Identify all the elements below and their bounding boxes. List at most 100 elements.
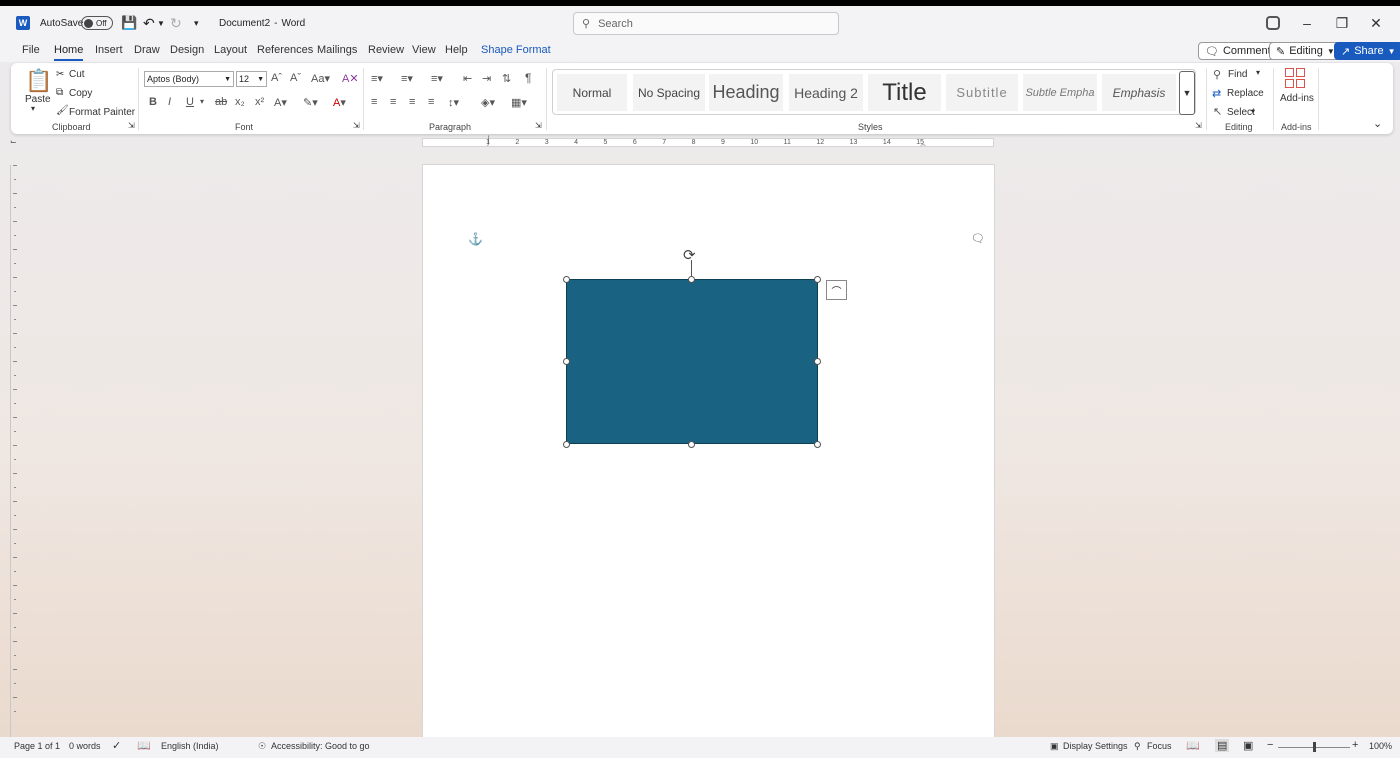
restore-icon[interactable]: ❐ [1325, 6, 1359, 40]
resize-handle-right[interactable] [814, 358, 821, 365]
resize-handle-top[interactable] [688, 276, 695, 283]
show-formatting-marks-icon[interactable]: ¶ [525, 71, 531, 85]
replace-button[interactable]: Replace [1227, 88, 1264, 99]
vertical-ruler[interactable] [10, 165, 18, 737]
underline-icon[interactable]: U [186, 96, 194, 108]
tab-review[interactable]: Review [368, 44, 404, 56]
language-status[interactable]: English (India) [161, 741, 219, 751]
line-spacing-icon[interactable]: ↕▾ [448, 96, 459, 109]
page-info[interactable]: Page 1 of 1 [14, 741, 60, 751]
underline-dropdown-icon[interactable]: ▾ [200, 97, 204, 106]
style-emphasis[interactable]: Emphasis [1102, 74, 1176, 111]
increase-indent-icon[interactable]: ⇥ [482, 72, 491, 85]
undo-icon[interactable]: ↶ [143, 6, 155, 40]
find-button[interactable]: Find [1228, 69, 1247, 80]
style-subtitle[interactable]: Subtitle [946, 74, 1018, 111]
format-painter-button[interactable]: Format Painter [69, 107, 135, 118]
tab-view[interactable]: View [412, 44, 436, 56]
tab-help[interactable]: Help [445, 44, 468, 56]
select-dropdown-icon[interactable]: ▾ [1251, 107, 1255, 116]
accessibility-status[interactable]: Accessibility: Good to go [271, 741, 370, 751]
redo-icon[interactable]: ↻ [170, 6, 182, 40]
italic-icon[interactable]: I [168, 96, 171, 108]
styles-more-icon[interactable]: ▼ [1179, 71, 1195, 115]
layout-options-icon[interactable]: ⌒ [826, 280, 847, 300]
font-size-select[interactable]: 12 ▼ [236, 71, 267, 87]
zoom-out-icon[interactable]: − [1267, 739, 1273, 751]
print-layout-icon[interactable]: ▤ [1215, 739, 1230, 752]
font-launcher-icon[interactable]: ⇲ [353, 121, 360, 130]
resize-handle-left[interactable] [563, 358, 570, 365]
clear-formatting-icon[interactable]: A✕ [342, 72, 359, 85]
copilot-icon[interactable] [1256, 6, 1290, 40]
text-effects-icon[interactable]: A▾ [274, 96, 287, 109]
paste-dropdown-icon[interactable]: ▾ [31, 104, 35, 113]
grow-font-icon[interactable]: Aˆ [271, 72, 282, 84]
customize-qat-icon[interactable]: ▾ [194, 6, 199, 40]
proofing-icon[interactable]: ✓ [112, 739, 121, 752]
save-icon[interactable]: 💾 [121, 6, 137, 40]
superscript-icon[interactable]: x² [255, 96, 264, 108]
right-indent-marker[interactable]: ⌢ [920, 139, 926, 150]
paragraph-launcher-icon[interactable]: ⇲ [535, 121, 542, 130]
find-dropdown-icon[interactable]: ▾ [1256, 68, 1260, 77]
collapse-ribbon-icon[interactable]: ⌄ [1373, 117, 1382, 130]
style-heading-2[interactable]: Heading 2 [789, 74, 863, 111]
highlight-icon[interactable]: ✎▾ [303, 96, 318, 109]
change-case-icon[interactable]: Aa▾ [311, 72, 330, 85]
style-subtle-emphasis[interactable]: Subtle Empha [1023, 74, 1097, 111]
tab-layout[interactable]: Layout [214, 44, 247, 56]
bold-icon[interactable]: B [149, 96, 157, 108]
new-comment-icon[interactable]: 🗨 [971, 232, 985, 245]
paste-button[interactable]: Paste [25, 94, 51, 105]
subscript-icon[interactable]: x₂ [235, 96, 245, 108]
tab-design[interactable]: Design [170, 44, 204, 56]
resize-handle-bottom[interactable] [688, 441, 695, 448]
resize-handle-bottom-right[interactable] [814, 441, 821, 448]
tab-selector-icon[interactable]: ⌙ [10, 137, 17, 146]
resize-handle-bottom-left[interactable] [563, 441, 570, 448]
shrink-font-icon[interactable]: Aˇ [290, 72, 301, 84]
add-ins-icon[interactable] [1285, 68, 1305, 88]
center-icon[interactable]: ≡ [390, 96, 396, 108]
zoom-level[interactable]: 100% [1369, 741, 1392, 751]
minimize-icon[interactable]: – [1290, 6, 1324, 40]
paste-icon[interactable]: 📋 [25, 68, 52, 94]
book-icon[interactable]: 📖 [137, 739, 151, 752]
read-mode-icon[interactable]: 📖 [1186, 739, 1200, 752]
cut-button[interactable]: Cut [69, 69, 85, 80]
align-right-icon[interactable]: ≡ [409, 96, 415, 108]
tab-draw[interactable]: Draw [134, 44, 160, 56]
add-ins-button[interactable]: Add-ins [1280, 93, 1314, 104]
tab-file[interactable]: File [22, 44, 40, 56]
bullets-icon[interactable]: ≡▾ [371, 72, 383, 85]
rotate-handle-icon[interactable]: ⟳ [683, 246, 696, 264]
tab-insert[interactable]: Insert [95, 44, 123, 56]
close-icon[interactable]: ✕ [1359, 6, 1393, 40]
word-count[interactable]: 0 words [69, 741, 101, 751]
undo-dropdown-icon[interactable]: ▼ [157, 6, 165, 40]
justify-icon[interactable]: ≡ [428, 96, 434, 108]
style-normal[interactable]: Normal [557, 74, 627, 111]
borders-icon[interactable]: ▦▾ [511, 96, 527, 109]
tab-shape-format[interactable]: Shape Format [481, 44, 551, 56]
style-heading[interactable]: Heading [709, 74, 783, 111]
style-title[interactable]: Title [868, 74, 941, 111]
autosave-toggle[interactable]: Off [81, 6, 113, 40]
font-color-icon[interactable]: A▾ [333, 96, 346, 109]
decrease-indent-icon[interactable]: ⇤ [463, 72, 472, 85]
search-box[interactable]: ⚲ Search [573, 12, 839, 35]
zoom-in-icon[interactable]: + [1352, 739, 1358, 751]
font-name-select[interactable]: Aptos (Body) ▼ [144, 71, 234, 87]
copy-button[interactable]: Copy [69, 88, 92, 99]
left-indent-marker[interactable]: ⌡ [486, 135, 491, 145]
strikethrough-icon[interactable]: ab [215, 96, 227, 108]
tab-home[interactable]: Home [54, 44, 84, 61]
multilevel-list-icon[interactable]: ≡▾ [431, 72, 443, 85]
sort-icon[interactable]: ⇅ [502, 72, 511, 85]
styles-launcher-icon[interactable]: ⇲ [1195, 121, 1202, 130]
tab-references[interactable]: References [257, 44, 313, 56]
focus-button[interactable]: Focus [1147, 741, 1172, 751]
display-settings-button[interactable]: Display Settings [1063, 741, 1128, 751]
align-left-icon[interactable]: ≡ [371, 96, 377, 108]
